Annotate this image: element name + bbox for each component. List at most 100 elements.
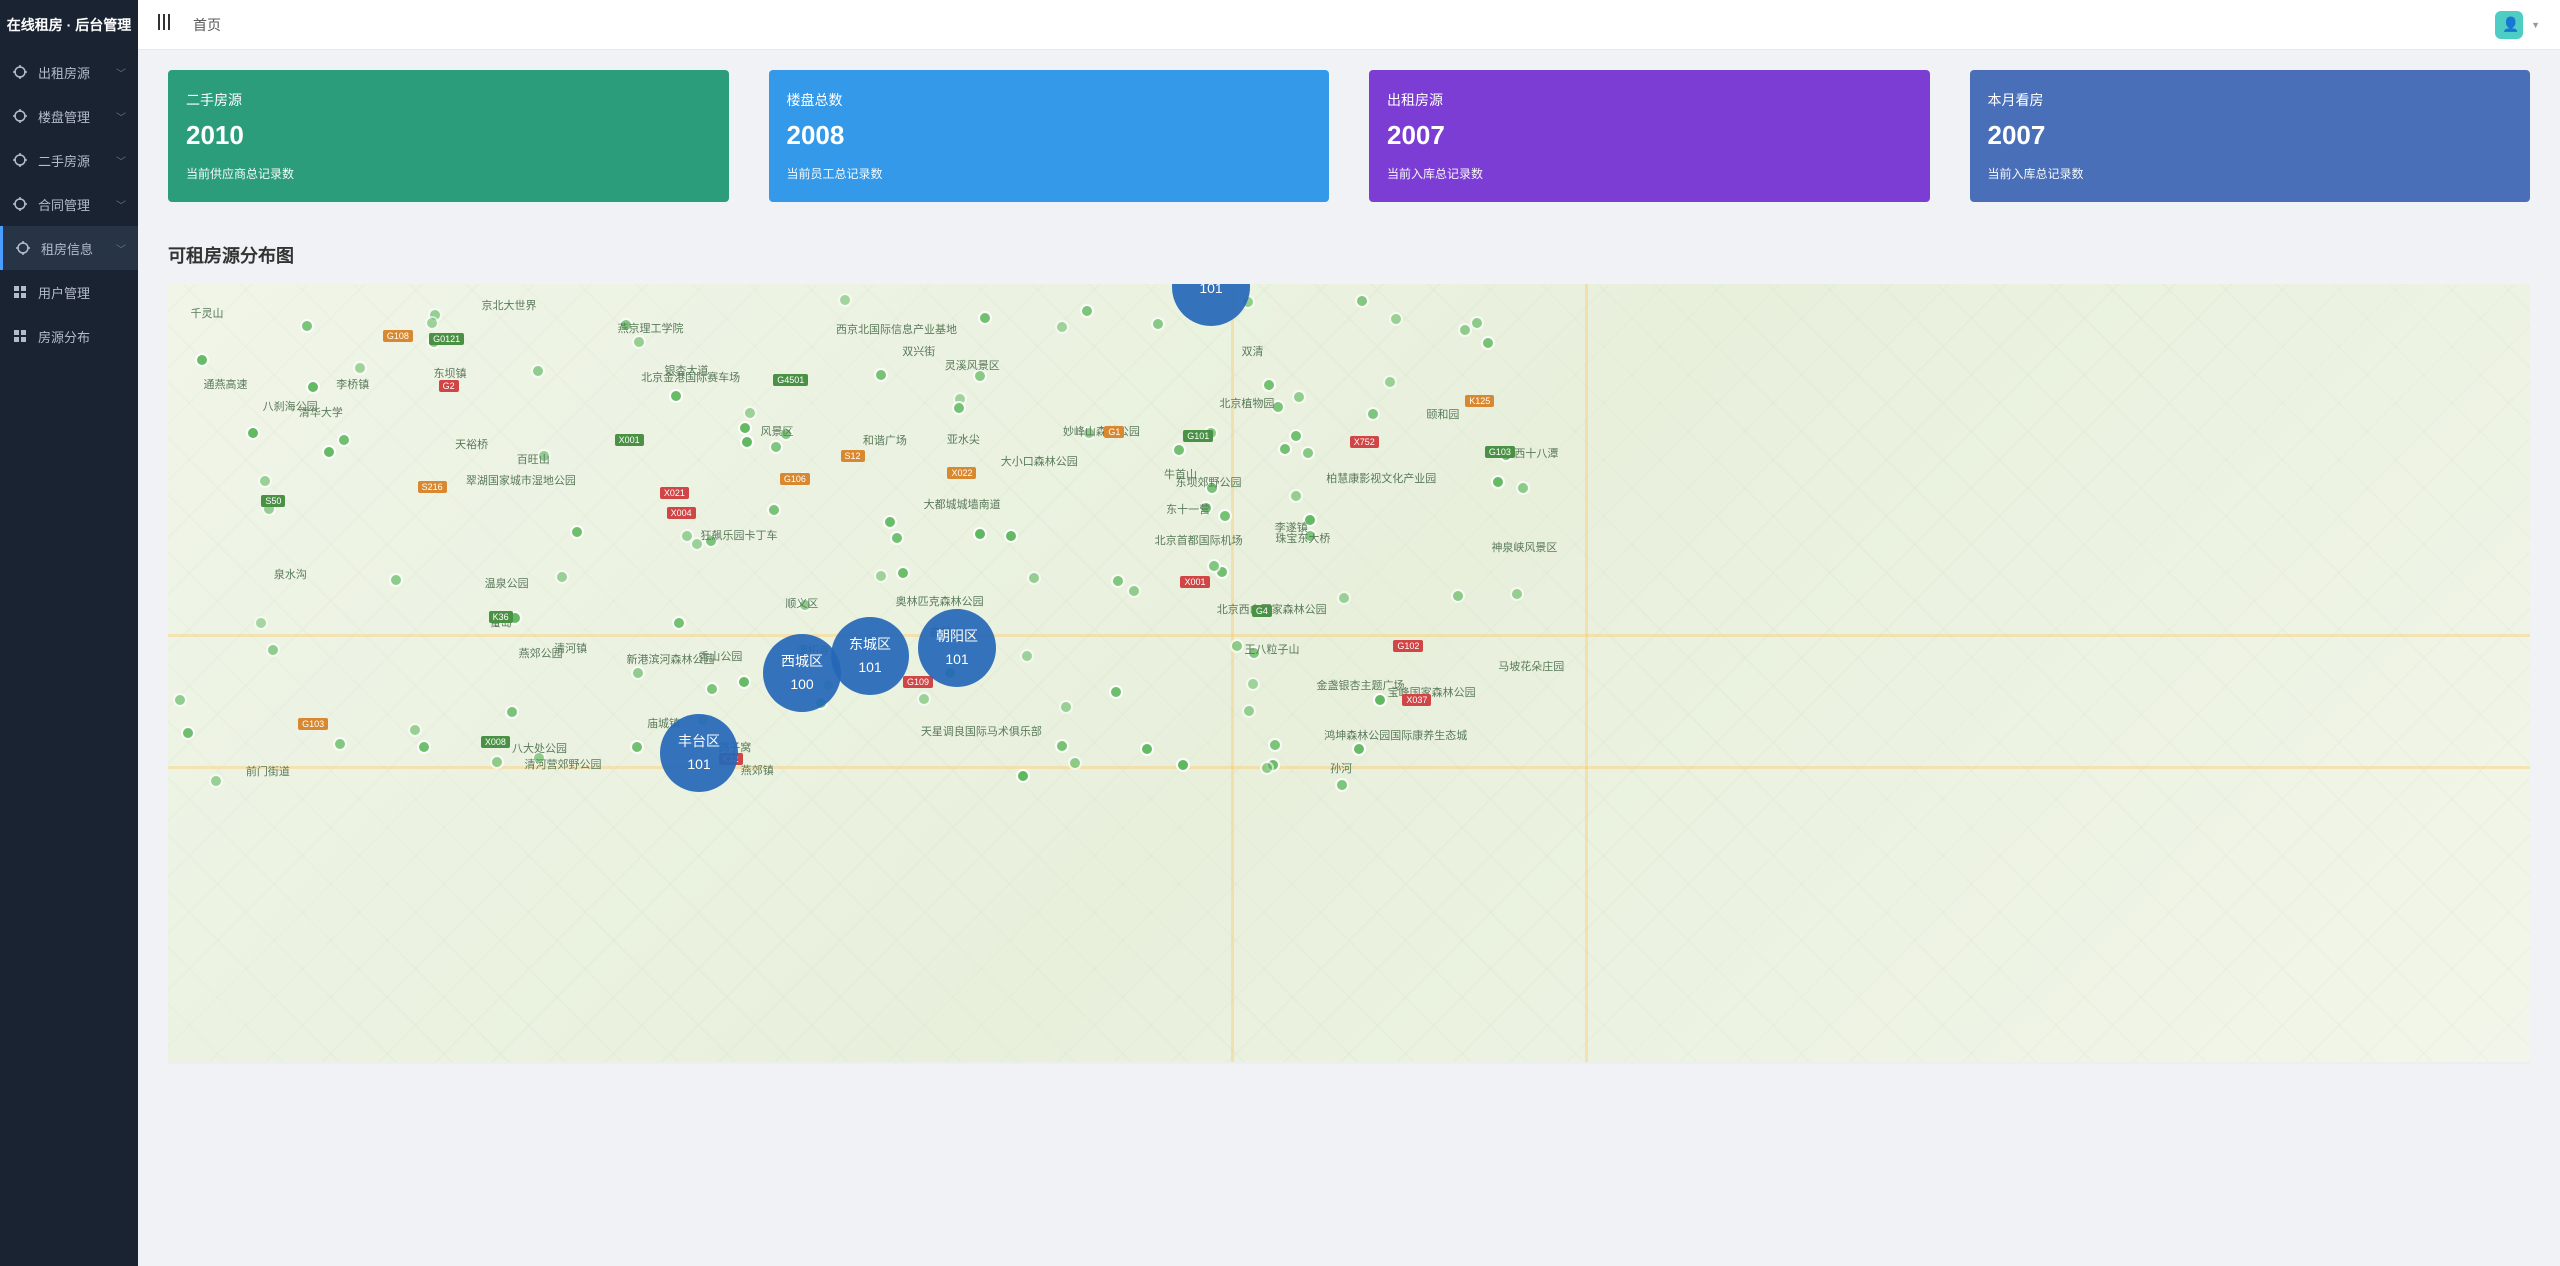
map-place-label: 燕郊镇 (741, 762, 774, 778)
map-place-label: 香山公园 (698, 648, 742, 664)
map-poi-dot (1127, 584, 1141, 598)
chevron-down-icon: ﹀ (116, 65, 126, 80)
map-poi-dot (1262, 378, 1276, 392)
stat-title: 出租房源 (1387, 90, 1912, 110)
map-place-label: 狂飙乐园卡丁车 (701, 527, 778, 543)
map-poi-dot (246, 426, 260, 440)
map-poi-dot (417, 740, 431, 754)
avatar[interactable] (2495, 11, 2523, 39)
map-poi-dot (1068, 756, 1082, 770)
map-poi-dot (1491, 475, 1505, 489)
sidebar-item-3[interactable]: 合同管理﹀ (0, 182, 138, 226)
map-place-label: 灵溪风景区 (945, 357, 1000, 373)
map-poi-dot (952, 401, 966, 415)
stat-card-2[interactable]: 出租房源2007当前入库总记录数 (1369, 70, 1930, 202)
sidebar-item-1[interactable]: 楼盘管理﹀ (0, 94, 138, 138)
map-poi-dot (631, 666, 645, 680)
map-place-label: 鸿坤森林公园国际康养生态城 (1324, 727, 1467, 743)
stat-card-1[interactable]: 楼盘总数2008当前员工总记录数 (769, 70, 1330, 202)
sidebar-item-label: 出租房源 (38, 63, 116, 82)
map-place-label: 泉水沟 (274, 566, 307, 582)
map-poi-dot (1230, 639, 1244, 653)
stat-desc: 当前入库总记录数 (1988, 165, 2513, 182)
map-poi-dot (555, 570, 569, 584)
stats-row: 二手房源2010当前供应商总记录数楼盘总数2008当前员工总记录数 出租房源 200… (168, 70, 2530, 202)
map-container[interactable]: 风景区翠湖国家城市湿地公园牛首山清河营郊野公园北京首都国际机场新港滨河森林公园和… (168, 284, 2530, 1064)
crosshair-icon (12, 152, 28, 168)
map-place-label: 亚水尖 (947, 431, 980, 447)
road-badge: G4 (1252, 605, 1272, 617)
stat-card-3[interactable]: 本月看房2007当前入库总记录数 (1970, 70, 2531, 202)
cluster-count: 101 (945, 649, 968, 670)
map-poi-dot (306, 380, 320, 394)
map-poi-dot (531, 364, 545, 378)
map-place-label: 王八粒子山 (1245, 641, 1300, 657)
map-poi-dot (209, 774, 223, 788)
user-dropdown-toggle[interactable]: ▼ (2531, 20, 2540, 30)
road-badge: X021 (660, 487, 689, 499)
map-cluster-3[interactable]: 朝阳区101 (918, 609, 996, 687)
map-place-label: 奥林匹克森林公园 (896, 593, 984, 609)
map-place-label: 燕郊公园 (519, 645, 563, 661)
cluster-count: 101 (1199, 284, 1222, 299)
map-place-label: 大都城城墙南道 (924, 496, 1001, 512)
map-poi-dot (1111, 574, 1125, 588)
sidebar: 在线租房 · 后台管理 出租房源﹀楼盘管理﹀二手房源﹀合同管理﹀租房信息﹀用户管… (0, 0, 138, 1266)
map-poi-dot (1055, 739, 1069, 753)
map-place-label: 千灵山 (191, 305, 224, 321)
map-poi-dot (195, 353, 209, 367)
cluster-count: 101 (687, 754, 710, 775)
map-poi-dot (353, 361, 367, 375)
map-place-label: 温泉公园 (485, 575, 529, 591)
sidebar-item-4[interactable]: 租房信息﹀ (0, 226, 138, 270)
sidebar-item-6[interactable]: 房源分布 (0, 314, 138, 358)
map-cluster-4[interactable]: 丰台区101 (660, 714, 738, 792)
map-poi-dot (1516, 481, 1530, 495)
map-poi-dot (874, 569, 888, 583)
stat-value: 2007 (1387, 120, 1912, 151)
cluster-district: 东城区 (849, 634, 891, 655)
road-badge: X752 (1350, 436, 1379, 448)
map-poi-dot (1355, 294, 1369, 308)
map-poi-dot (389, 573, 403, 587)
sidebar-item-5[interactable]: 用户管理 (0, 270, 138, 314)
stat-card-0[interactable]: 二手房源2010当前供应商总记录数 (168, 70, 729, 202)
map-poi-dot (1242, 704, 1256, 718)
breadcrumb-home[interactable]: 首页 (193, 15, 221, 35)
map-poi-dot (1109, 685, 1123, 699)
map-poi-dot (1510, 587, 1524, 601)
map-poi-dot (1337, 591, 1351, 605)
crosshair-icon (12, 108, 28, 124)
map-poi-dot (258, 474, 272, 488)
map-poi-dot (1278, 442, 1292, 456)
map-cluster-2[interactable]: 东城区101 (831, 617, 909, 695)
sidebar-item-0[interactable]: 出租房源﹀ (0, 50, 138, 94)
grid-icon (12, 328, 28, 344)
grid-icon (12, 284, 28, 300)
map-poi-dot (333, 737, 347, 751)
map-poi-dot (254, 616, 268, 630)
road-badge: G108 (383, 330, 413, 342)
map-poi-dot (978, 311, 992, 325)
map-poi-dot (669, 389, 683, 403)
map-poi-dot (1366, 407, 1380, 421)
road-badge: G4501 (773, 374, 808, 386)
map-place-label: 东坝郊野公园 (1176, 474, 1242, 490)
map-poi-dot (973, 527, 987, 541)
cluster-district: 西城区 (781, 651, 823, 672)
sidebar-item-label: 房源分布 (38, 327, 126, 346)
chevron-down-icon: ﹀ (116, 109, 126, 124)
menu-toggle-button[interactable] (158, 14, 173, 35)
map-place-label: 东十一营 (1166, 501, 1210, 517)
map-place-label: 李桥镇 (336, 376, 369, 392)
sidebar-item-2[interactable]: 二手房源﹀ (0, 138, 138, 182)
cluster-count: 100 (790, 674, 813, 695)
map-cluster-1[interactable]: 西城区100 (763, 634, 841, 712)
road-badge: G103 (1485, 446, 1515, 458)
map-poi-dot (1172, 443, 1186, 457)
map-poi-dot (1383, 375, 1397, 389)
map-place-label: 柏慧康影视文化产业园 (1326, 470, 1436, 486)
stat-value: 2008 (787, 120, 1312, 151)
map-place-label: 天星调良国际马术俱乐部 (921, 723, 1042, 739)
main-area: 首页 ▼ 二手房源2010当前供应商总记录数楼盘总数2008当前员工总记录数 出租… (138, 0, 2560, 1266)
